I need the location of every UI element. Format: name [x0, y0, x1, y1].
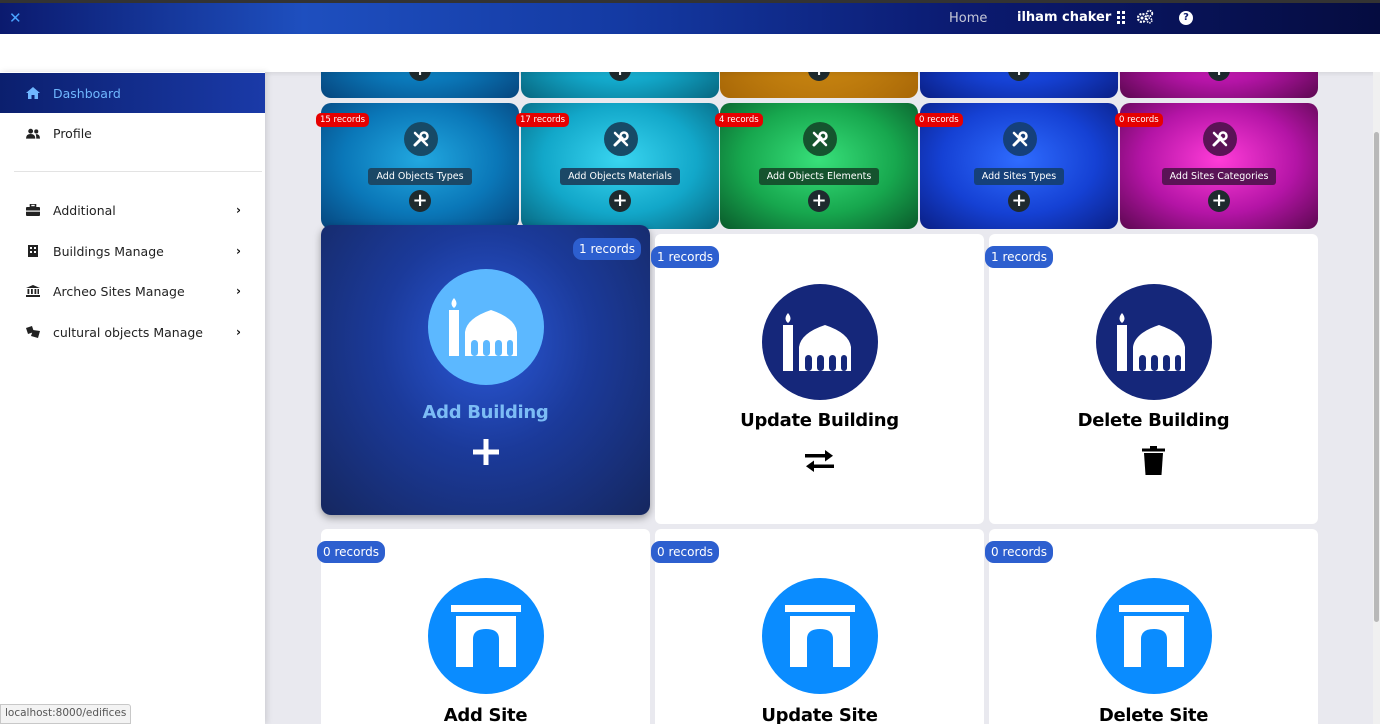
sidebar-item-profile[interactable]: Profile: [0, 113, 265, 153]
tile-top-row[interactable]: +: [920, 72, 1118, 98]
sidebar-item-label: Archeo Sites Manage: [53, 283, 185, 299]
exchange-icon[interactable]: [805, 450, 834, 476]
toolbox-icon: [26, 204, 40, 216]
tile-label: Add Objects Materials: [560, 168, 680, 185]
delete-site-card[interactable]: 0 records Delete Site: [985, 529, 1318, 724]
status-url: localhost:8000/edifices: [0, 704, 132, 724]
plus-icon[interactable]: +: [409, 190, 431, 212]
sidebar-item-archeo-sites-manage[interactable]: Archeo Sites Manage ›: [0, 271, 265, 311]
card-title: Update Building: [740, 410, 899, 431]
sidebar-item-label: cultural objects Manage: [53, 324, 203, 340]
tools-icon: [1003, 122, 1037, 156]
tile-label: Add Sites Types: [973, 168, 1065, 185]
sidebar-item-label: Profile: [53, 125, 92, 141]
card-title: Delete Site: [1098, 705, 1209, 724]
records-badge: 1 records: [985, 246, 1054, 268]
records-badge: 17 records: [516, 113, 570, 127]
sidebar-item-buildings-manage[interactable]: Buildings Manage ›: [0, 231, 265, 271]
tile-label: Add Objects Types: [368, 168, 472, 185]
add-objects-materials-tile[interactable]: 17 records Add Objects Materials +: [516, 103, 719, 229]
arch-icon: [762, 578, 878, 694]
top-navbar: ✕ Home ilham chaker ?: [0, 0, 1380, 34]
tools-icon: [1203, 122, 1237, 156]
update-building-card[interactable]: 1 records Update Building: [651, 234, 984, 524]
home-link[interactable]: Home: [949, 11, 987, 26]
plus-icon[interactable]: +: [1008, 190, 1030, 212]
add-site-card[interactable]: 0 records Add Site: [317, 529, 650, 724]
sidebar-divider: [14, 171, 262, 172]
records-badge: 1 records: [573, 238, 642, 260]
records-badge: 0 records: [985, 541, 1054, 563]
records-badge: 0 records: [317, 541, 386, 563]
apps-grid-icon: [1117, 11, 1126, 24]
sidebar-item-label: Dashboard: [53, 85, 121, 101]
building-icon: [26, 245, 40, 257]
plus-icon: +: [808, 72, 830, 81]
add-objects-types-tile[interactable]: 15 records Add Objects Types +: [316, 103, 519, 229]
tools-icon: [604, 122, 638, 156]
add-sites-types-tile[interactable]: 0 records Add Sites Types +: [915, 103, 1118, 229]
delete-building-card[interactable]: 1 records Delete Building: [985, 234, 1318, 524]
trash-icon[interactable]: [1142, 446, 1165, 479]
tile-label: Add Objects Elements: [758, 168, 880, 185]
plus-icon[interactable]: +: [609, 190, 631, 212]
card-title: Update Site: [761, 705, 878, 724]
mosque-icon: [1096, 284, 1212, 400]
add-sites-categories-tile[interactable]: 0 records Add Sites Categories +: [1115, 103, 1318, 229]
plus-icon: +: [1008, 72, 1030, 81]
landmark-icon: [26, 285, 40, 297]
sidebar-item-cultural-objects-manage[interactable]: cultural objects Manage ›: [0, 312, 265, 352]
chevron-right-icon: ›: [236, 203, 241, 217]
card-title: Add Site: [443, 705, 528, 724]
add-objects-elements-tile[interactable]: 4 records Add Objects Elements +: [715, 103, 918, 229]
records-badge: 1 records: [651, 246, 720, 268]
page-header: [0, 34, 1380, 72]
plus-icon[interactable]: [473, 439, 499, 469]
chevron-right-icon: ›: [236, 325, 241, 339]
cogs-icon[interactable]: [1136, 9, 1154, 29]
records-badge: 4 records: [715, 113, 763, 127]
user-name: ilham chaker: [1017, 10, 1112, 25]
card-title: Delete Building: [1077, 410, 1230, 431]
records-badge: 0 records: [915, 113, 963, 127]
page-scrollbar[interactable]: [1373, 72, 1380, 724]
tools-icon: [803, 122, 837, 156]
users-icon: [26, 127, 40, 139]
arch-icon: [428, 578, 544, 694]
records-badge: 0 records: [1115, 113, 1163, 127]
close-icon[interactable]: ✕: [9, 9, 22, 27]
user-menu[interactable]: ilham chaker: [1017, 10, 1126, 25]
tile-top-row[interactable]: +: [521, 72, 719, 98]
main-content: + + + + + 15 records Add Objects Types +…: [265, 72, 1380, 724]
sidebar-item-label: Additional: [53, 202, 116, 218]
help-icon[interactable]: ?: [1179, 11, 1193, 25]
tile-top-row[interactable]: +: [1120, 72, 1318, 98]
chevron-right-icon: ›: [236, 244, 241, 258]
tile-label: Add Sites Categories: [1161, 168, 1277, 185]
sidebar-item-label: Buildings Manage: [53, 243, 164, 259]
mosque-icon: [762, 284, 878, 400]
add-building-card[interactable]: 1 records Add Building: [321, 225, 650, 515]
mosque-icon: [428, 269, 544, 385]
tile-top-row[interactable]: +: [321, 72, 519, 98]
sidebar-item-additional[interactable]: Additional ›: [0, 190, 265, 230]
chevron-right-icon: ›: [236, 284, 241, 298]
records-badge: 0 records: [651, 541, 720, 563]
plus-icon[interactable]: +: [808, 190, 830, 212]
sidebar: Dashboard Profile Additional › Buildings…: [0, 72, 265, 724]
plus-icon: +: [1208, 72, 1230, 81]
sidebar-item-dashboard[interactable]: Dashboard: [0, 73, 265, 113]
tools-icon: [404, 122, 438, 156]
card-title: Add Building: [422, 402, 549, 423]
update-site-card[interactable]: 0 records Update Site: [651, 529, 984, 724]
plus-icon: +: [609, 72, 631, 81]
tile-top-row[interactable]: +: [720, 72, 918, 98]
plus-icon[interactable]: +: [1208, 190, 1230, 212]
objects-icon: [26, 326, 40, 338]
records-badge: 15 records: [316, 113, 370, 127]
arch-icon: [1096, 578, 1212, 694]
scrollbar-thumb[interactable]: [1374, 132, 1379, 622]
plus-icon: +: [409, 72, 431, 81]
home-icon: [26, 87, 40, 99]
